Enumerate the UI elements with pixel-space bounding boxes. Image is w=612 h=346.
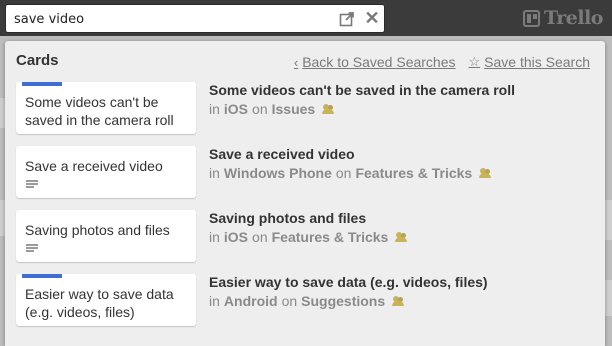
mini-card-text: Some videos can't be saved in the camera… [25,94,174,128]
in-word: in [209,293,220,309]
on-word: on [252,229,268,245]
list-name[interactable]: Features & Tricks [355,165,472,181]
trello-logo[interactable]: Trello [523,7,603,29]
close-icon[interactable]: ✕ [363,8,381,28]
in-word: in [209,229,220,245]
mini-card[interactable]: Saving photos and files [16,210,196,262]
external-link-icon[interactable] [339,11,355,27]
trello-logo-text: Trello [544,7,603,29]
result-title[interactable]: Some videos can't be saved in the camera… [209,82,515,98]
board-name[interactable]: iOS [224,101,248,117]
search-result[interactable]: Easier way to save data (e.g. videos, fi… [16,274,601,332]
search-results-panel: Cards ‹ Back to Saved Searches ☆ Save th… [5,41,605,346]
on-word: on [252,101,268,117]
team-icon [479,168,492,178]
result-title[interactable]: Easier way to save data (e.g. videos, fi… [209,274,488,290]
search-input[interactable]: save video [14,12,84,27]
board-background-strip [605,280,612,316]
result-location: in Windows Phone on Features & Tricks [209,165,492,181]
mini-card[interactable]: Easier way to save data (e.g. videos, fi… [16,274,196,326]
description-icon [26,180,38,190]
result-location: in iOS on Issues [209,101,335,117]
trello-logo-mark [523,9,540,27]
search-result[interactable]: Save a received video Save a received vi… [16,146,601,204]
list-name[interactable]: Features & Tricks [272,229,389,245]
card-label-bar [22,274,62,278]
mini-card[interactable]: Some videos can't be saved in the camera… [16,82,196,134]
description-icon [26,244,38,254]
mini-card-text: Saving photos and files [25,222,170,238]
on-word: on [281,293,298,309]
card-label-bar [22,82,62,86]
in-word: in [209,165,220,181]
panel-actions: ‹ Back to Saved Searches ☆ Save this Sea… [294,54,590,70]
in-word: in [209,101,220,117]
list-name[interactable]: Issues [272,101,316,117]
result-location: in iOS on Features & Tricks [209,229,408,245]
chevron-left-icon: ‹ [293,54,299,70]
team-icon [392,296,405,306]
mini-card-text: Easier way to save data (e.g. videos, fi… [25,286,174,320]
list-name[interactable]: Suggestions [301,293,385,309]
header-bar: save video ✕ Trello [0,0,612,36]
star-icon: ☆ [468,54,481,69]
search-box[interactable]: save video ✕ [5,4,385,33]
board-name[interactable]: Android [224,293,278,309]
search-result[interactable]: Some videos can't be saved in the camera… [16,82,601,140]
board-name[interactable]: iOS [224,229,248,245]
team-icon [395,232,408,242]
back-link-label: Back to Saved Searches [302,54,456,70]
panel-title: Cards [16,52,59,69]
result-location: in Android on Suggestions [209,293,405,309]
save-link-label: Save this Search [484,54,590,70]
mini-card[interactable]: Save a received video [16,146,196,198]
on-word: on [335,165,352,181]
result-title[interactable]: Saving photos and files [209,210,366,226]
team-icon [322,104,335,114]
back-to-saved-searches-link[interactable]: ‹ Back to Saved Searches [294,54,456,70]
result-title[interactable]: Save a received video [209,146,355,162]
save-search-link[interactable]: ☆ Save this Search [469,54,591,70]
board-background-strip [605,200,612,240]
search-result[interactable]: Saving photos and files Saving photos an… [16,210,601,268]
mini-card-text: Save a received video [25,158,163,174]
board-name[interactable]: Windows Phone [224,165,332,181]
